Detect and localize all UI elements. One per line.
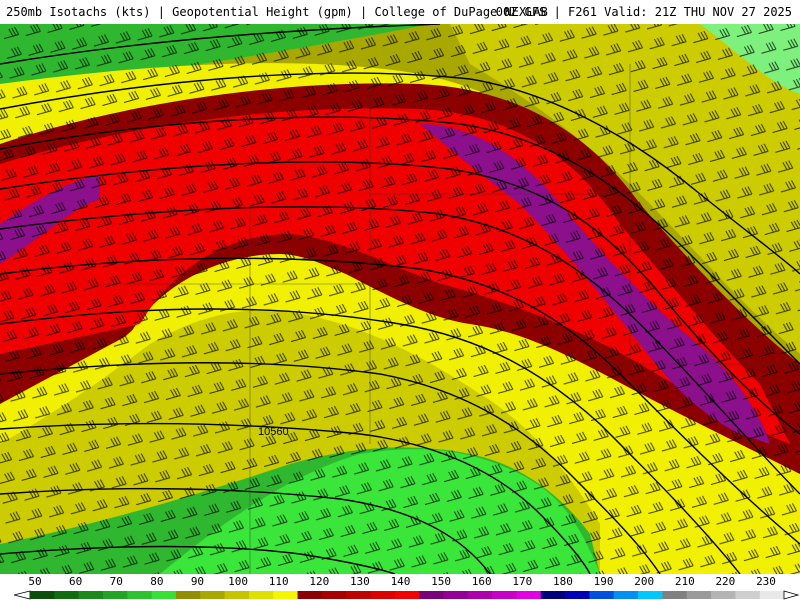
colorbar-swatch [613,591,639,599]
colorbar-strip [13,590,800,600]
colorbar-label: 180 [553,575,573,588]
colorbar-swatch [200,591,226,599]
colorbar-label: 60 [68,575,83,588]
colorbar-label: 100 [228,575,248,588]
contour-label: 10560 [258,426,289,438]
colorbar-swatch [273,591,299,599]
colorbar-swatch [151,591,177,599]
colorbar-label: 90 [190,575,205,588]
model-run-info: 00Z GFS | F261 Valid: 21Z THU NOV 27 202… [495,5,792,19]
colorbar-swatch [419,591,444,599]
colorbar-label: 200 [634,575,655,588]
colorbar-arrow-left [13,590,31,600]
colorbar-swatch [589,591,615,599]
weather-map: 10560 [0,24,800,574]
colorbar-swatch [540,591,566,599]
colorbar-swatch [297,591,323,599]
colorbar-swatch [759,591,785,599]
colorbar-swatch [467,591,493,599]
colorbar-label: 210 [674,575,695,588]
map-title: 250mb Isotachs (kts) | Geopotential Heig… [6,5,548,19]
colorbar-swatch [492,591,517,599]
colorbar-label: 110 [268,575,289,588]
colorbar-arrow-right [783,590,800,600]
colorbar-label: 160 [471,575,492,588]
colorbar-swatch [346,591,372,599]
colorbar-labels: 50 60 70 80 90 100 110 120 130 140 150 160 170 180 190… [0,575,800,588]
colorbar-swatch [711,591,736,599]
colorbar-label: 190 [593,575,614,588]
colorbar-swatch [662,591,688,599]
colorbar-swatch [370,591,396,599]
isotach-colorbar: 50 60 70 80 90 100 110 120 130 140 150 160 170 180 190… [0,574,800,600]
colorbar-label: 120 [309,575,330,588]
wind-barbs [0,24,800,574]
colorbar-swatch [735,591,761,599]
colorbar-swatch [565,591,590,599]
colorbar-swatch [686,591,712,599]
colorbar-swatch [30,591,55,599]
colorbar-swatch [175,591,201,599]
colorbar-label: 220 [715,575,736,588]
colorbar-label: 70 [109,575,123,588]
colorbar-swatch [224,591,250,599]
colorbar-swatch [78,591,104,599]
colorbar-swatch [54,591,80,599]
colorbar-swatch [516,591,542,599]
colorbar-swatch [102,591,128,599]
colorbar-swatch [321,591,347,599]
colorbar-label: 170 [512,575,533,588]
header-bar: 250mb Isotachs (kts) | Geopotential Heig… [0,0,800,24]
colorbar-label: 50 [28,575,42,588]
colorbar-label: 140 [390,575,411,588]
colorbar-swatch [127,591,153,599]
colorbar-swatch [248,591,274,599]
colorbar-swatch [443,591,469,599]
isotach-map-svg: 10560 [0,24,800,574]
colorbar-swatch [394,591,420,599]
colorbar-swatch [638,591,663,599]
colorbar-label: 130 [349,575,370,588]
colorbar-label: 230 [756,575,776,588]
colorbar-label: 150 [431,575,452,588]
colorbar-label: 80 [150,575,164,588]
